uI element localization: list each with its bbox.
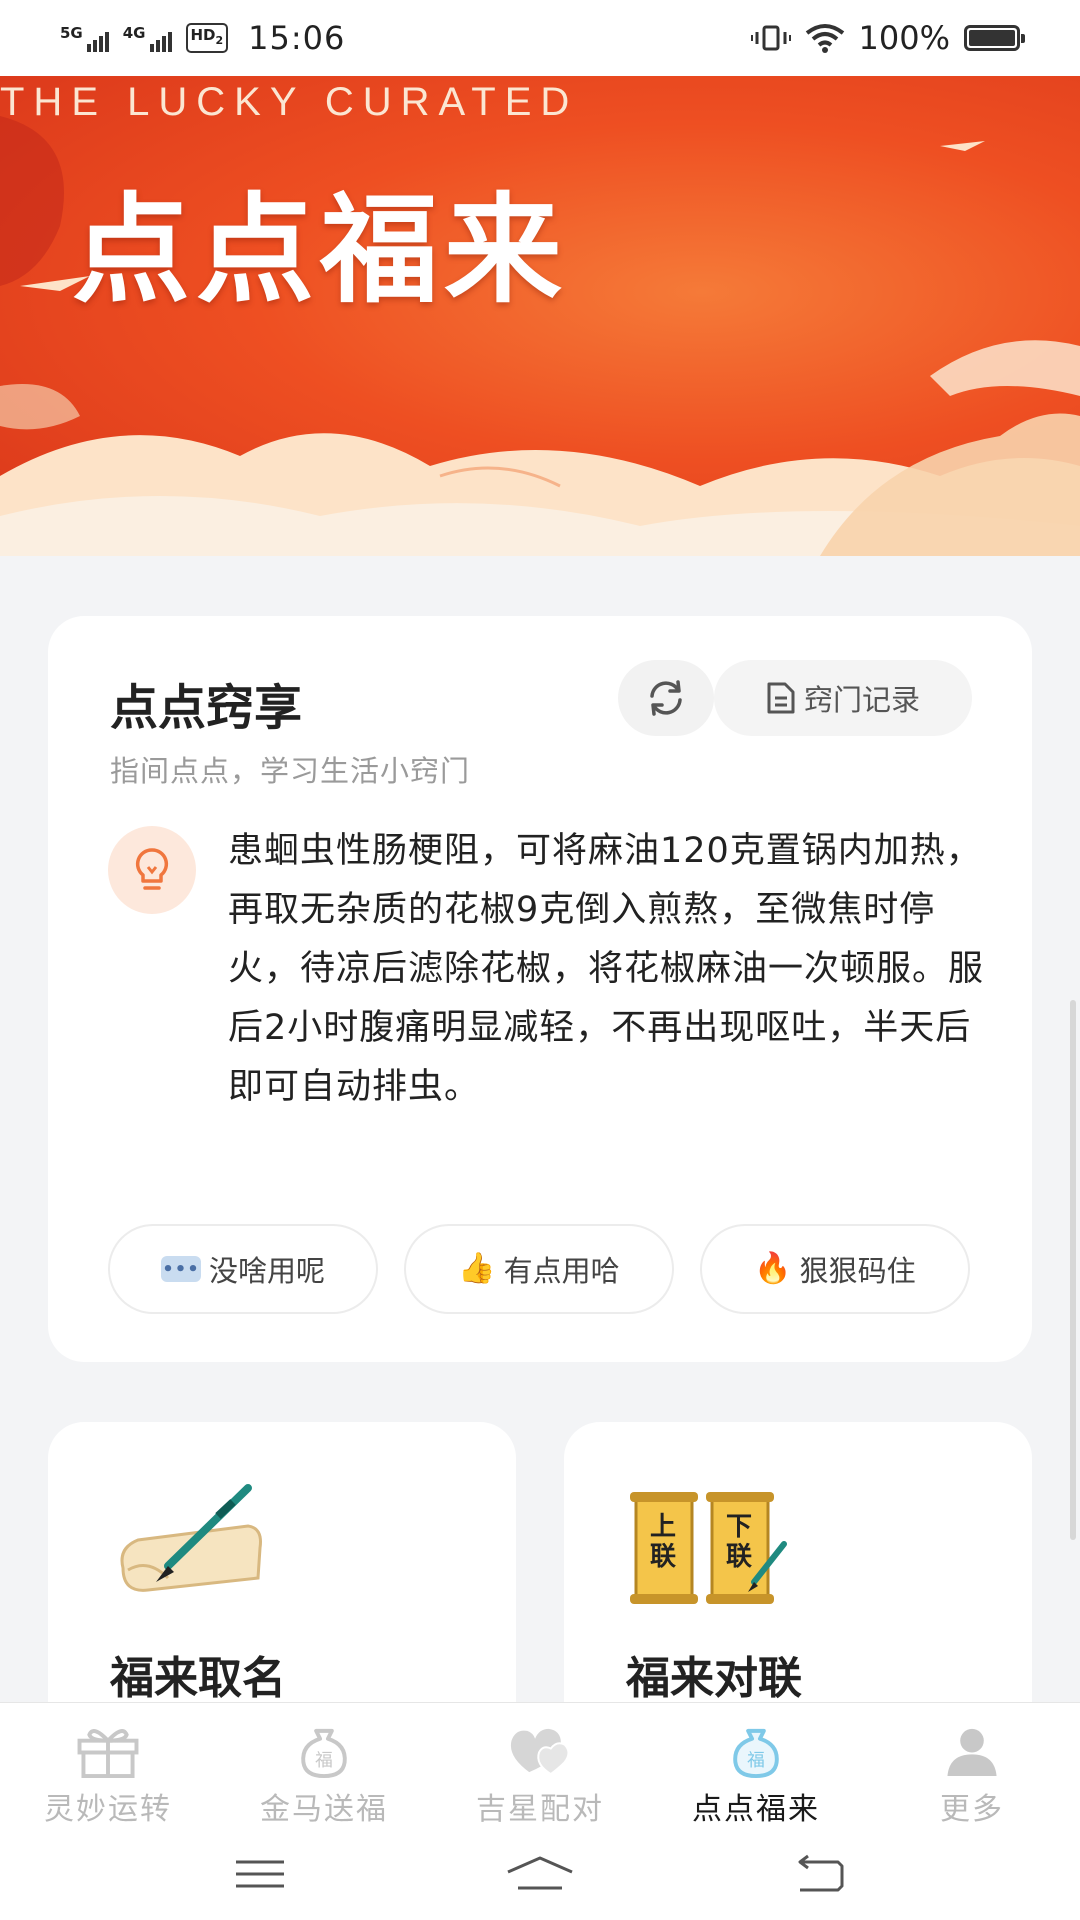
reaction-useful-button[interactable]: 👍 有点用哈 <box>404 1224 674 1314</box>
cell-signal-5g-icon: 5G <box>60 24 109 52</box>
reaction-useless-button[interactable]: ••• 没啥用呢 <box>108 1224 378 1314</box>
lightbulb-icon <box>108 826 196 914</box>
vibrate-icon <box>750 25 791 51</box>
cell-signal-4g-icon: 4G <box>123 24 172 52</box>
svg-text:福: 福 <box>315 1750 333 1771</box>
nav-item-more[interactable]: 更多 <box>864 1703 1080 1828</box>
battery-percent: 100% <box>858 19 950 57</box>
banner-tagline: THE LUCKY CURATED <box>0 80 579 124</box>
feature-card-couplet[interactable]: 上联 下联 福来对联 <box>564 1422 1032 1722</box>
nav-item-jixing[interactable]: 吉星配对 <box>432 1703 648 1828</box>
fortune-bag-icon: 福 <box>301 1728 347 1778</box>
thumbs-up-icon: 👍 <box>458 1251 496 1286</box>
feature-card-naming[interactable]: 福来取名 <box>48 1422 516 1722</box>
person-icon <box>947 1728 997 1777</box>
home-button[interactable] <box>495 1844 585 1904</box>
tip-card-title: 点点窍享 <box>110 680 303 736</box>
hd-label: HD <box>190 26 216 44</box>
back-icon <box>798 1854 844 1892</box>
battery-icon <box>964 25 1025 51</box>
status-right: 100% <box>750 19 1025 57</box>
hero-banner: THE LUCKY CURATED 点点福来 <box>0 76 1080 556</box>
home-icon <box>507 1856 573 1890</box>
tip-record-button[interactable]: 窍门记录 <box>714 660 972 736</box>
hearts-icon <box>510 1728 570 1776</box>
couplet-top-text: 上联 <box>650 1512 677 1572</box>
banner-title: 点点福来 <box>72 181 569 319</box>
nav-item-lingmiao[interactable]: 灵妙运转 <box>0 1703 216 1828</box>
back-button[interactable] <box>775 1844 865 1904</box>
reaction-save-label: 狠狠码住 <box>799 1254 916 1288</box>
reaction-save-button[interactable]: 🔥 狠狠码住 <box>700 1224 970 1314</box>
svg-text:福: 福 <box>747 1750 765 1771</box>
reaction-row: ••• 没啥用呢 👍 有点用哈 🔥 狠狠码住 <box>108 1224 970 1314</box>
nav-label-lingmiao: 灵妙运转 <box>44 1792 172 1827</box>
tip-card: 点点窍享 指间点点，学习生活小窍门 窍门记录 患蛔虫性肠梗阻，可将麻油120克置… <box>48 616 1032 1362</box>
nav-item-jinma[interactable]: 福 金马送福 <box>216 1703 432 1828</box>
scroll-brush-icon <box>120 1484 262 1592</box>
reaction-useless-label: 没啥用呢 <box>208 1254 325 1288</box>
menu-icon <box>236 1860 284 1888</box>
document-icon <box>767 682 795 714</box>
nav-label-more: 更多 <box>940 1792 1004 1827</box>
scroll-indicator <box>1070 1000 1076 1540</box>
reaction-useful-label: 有点用哈 <box>503 1254 620 1288</box>
network-type-1: 5G <box>60 24 83 42</box>
refresh-button[interactable] <box>618 660 714 736</box>
menu-button[interactable] <box>215 1844 305 1904</box>
fire-icon: 🔥 <box>754 1251 792 1286</box>
status-left: 5G 4G HD2 15:06 <box>60 19 345 57</box>
feature-title-couplet: 福来对联 <box>626 1653 802 1704</box>
network-type-2: 4G <box>122 24 146 42</box>
nav-label-jixing: 吉星配对 <box>476 1792 604 1827</box>
couplet-bottom-text: 下联 <box>726 1512 753 1572</box>
wifi-icon <box>805 24 844 53</box>
nav-label-jinma: 金马送福 <box>260 1792 388 1827</box>
clock: 15:06 <box>248 19 346 57</box>
nav-item-diandian[interactable]: 福 点点福来 <box>648 1703 864 1828</box>
hd-voice-icon: HD2 <box>185 23 229 53</box>
refresh-icon <box>650 680 682 716</box>
tip-card-subtitle: 指间点点，学习生活小窍门 <box>110 754 471 788</box>
bottom-nav: 灵妙运转 福 金马送福 吉星配对 福 点点福来 更多 <box>0 1702 1080 1828</box>
nav-label-diandian: 点点福来 <box>692 1792 820 1827</box>
hd-sub: 2 <box>215 34 224 47</box>
feature-title-naming: 福来取名 <box>110 1653 286 1704</box>
tip-content: 患蛔虫性肠梗阻，可将麻油120克置锅内加热，再取无杂质的花椒9克倒入煎熬，至微焦… <box>228 831 985 1107</box>
speech-bubble-icon: ••• <box>160 1256 201 1282</box>
system-nav-bar <box>0 1828 1080 1920</box>
fortune-bag-icon: 福 <box>733 1728 779 1778</box>
gift-icon <box>77 1729 139 1778</box>
status-bar: 5G 4G HD2 15:06 100% <box>0 0 1080 76</box>
tip-record-label: 窍门记录 <box>803 683 920 717</box>
